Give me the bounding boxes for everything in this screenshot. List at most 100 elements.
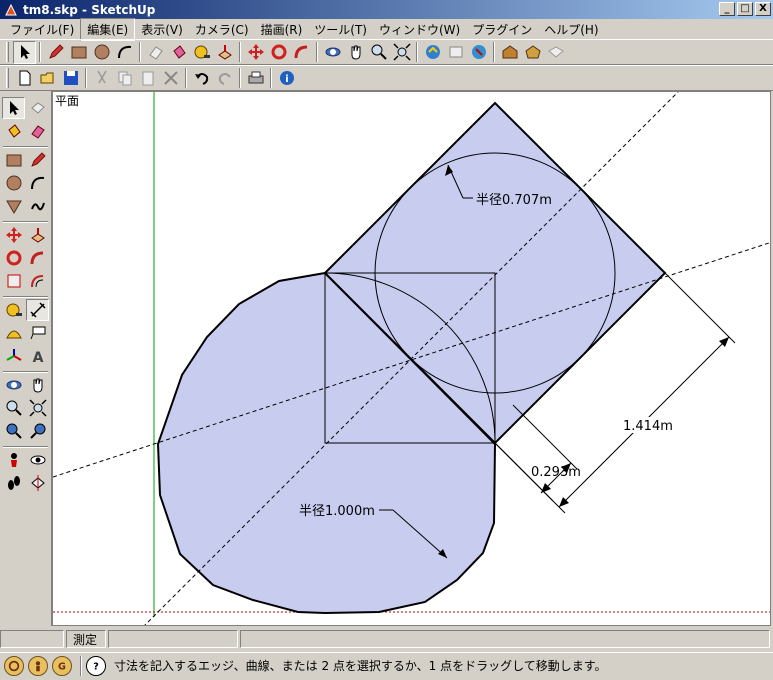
open-file-icon[interactable] <box>36 67 59 90</box>
diag-dim-label[interactable]: 1.414m <box>623 419 673 434</box>
ruby-icon[interactable] <box>521 41 544 64</box>
maximize-button[interactable]: □ <box>737 2 753 16</box>
measure-value-field[interactable] <box>108 630 238 648</box>
pencil-icon[interactable] <box>44 41 67 64</box>
offset-dim-label[interactable]: 0.293m <box>531 465 581 480</box>
component-icon[interactable] <box>467 41 490 64</box>
menu-edit[interactable]: 編集(E) <box>80 17 136 41</box>
close-button[interactable]: X <box>755 2 771 16</box>
model-info-icon[interactable]: i <box>275 67 298 90</box>
share-model-icon[interactable] <box>444 41 467 64</box>
paste-icon[interactable] <box>136 67 159 90</box>
zoom-extents-icon[interactable] <box>390 41 413 64</box>
pan-icon[interactable] <box>26 374 49 396</box>
freehand-icon[interactable] <box>26 195 49 217</box>
copy-icon[interactable] <box>113 67 136 90</box>
rectangle-icon[interactable] <box>67 41 90 64</box>
svg-text:?: ? <box>93 661 99 672</box>
print-icon[interactable] <box>244 67 267 90</box>
menu-plugins[interactable]: プラグイン <box>466 19 538 40</box>
svg-text:G: G <box>58 661 66 672</box>
3d-text-icon[interactable]: A <box>26 345 49 367</box>
paint-bucket-icon[interactable] <box>2 120 25 142</box>
protractor-icon[interactable] <box>2 322 25 344</box>
zoom-extents-icon[interactable] <box>26 397 49 419</box>
orbit-icon[interactable] <box>2 374 25 396</box>
help-icon[interactable]: ? <box>86 655 106 676</box>
make-component-icon[interactable] <box>26 97 49 119</box>
cut-icon[interactable] <box>90 67 113 90</box>
radius-large-label[interactable]: 半径1.000m <box>299 504 375 519</box>
arc-icon[interactable] <box>113 41 136 64</box>
paint-bucket-icon[interactable] <box>167 41 190 64</box>
scale-icon[interactable] <box>2 270 25 292</box>
plugin-icon[interactable] <box>544 41 567 64</box>
svg-text:i: i <box>285 74 288 85</box>
follow-me-icon[interactable] <box>26 247 49 269</box>
geo-location-icon[interactable] <box>4 655 24 676</box>
measure-label: 測定 <box>66 630 106 648</box>
eraser-icon[interactable] <box>144 41 167 64</box>
walk-icon[interactable] <box>2 472 25 494</box>
pan-icon[interactable] <box>344 41 367 64</box>
offset-icon[interactable] <box>26 270 49 292</box>
warehouse-icon[interactable] <box>498 41 521 64</box>
undo-icon[interactable] <box>190 67 213 90</box>
radius-small-label[interactable]: 半径0.707m <box>476 193 552 208</box>
menu-draw[interactable]: 描画(R) <box>255 19 309 40</box>
diag-ext-line-1 <box>664 272 736 344</box>
rotate-icon[interactable] <box>267 41 290 64</box>
push-pull-icon[interactable] <box>26 224 49 246</box>
look-around-icon[interactable] <box>26 449 49 471</box>
dimension-icon[interactable] <box>26 299 49 321</box>
zoom-icon[interactable] <box>367 41 390 64</box>
previous-view-icon[interactable] <box>2 420 25 442</box>
section-plane-icon[interactable] <box>26 472 49 494</box>
menu-camera[interactable]: カメラ(C) <box>189 19 255 40</box>
menu-tools[interactable]: ツール(T) <box>308 19 373 40</box>
rectangle-icon[interactable] <box>2 149 25 171</box>
push-pull-icon[interactable] <box>213 41 236 64</box>
view-name-label: 平面 <box>55 94 80 108</box>
pencil-icon[interactable] <box>26 149 49 171</box>
zoom-icon[interactable] <box>2 397 25 419</box>
drawing-viewport[interactable]: 半径0.707m 半径1.000m 1.414m 0.293m 平面 <box>52 91 771 626</box>
position-camera-icon[interactable] <box>2 449 25 471</box>
eraser-icon[interactable] <box>26 120 49 142</box>
select-icon[interactable] <box>13 40 36 64</box>
measure-spacer <box>0 630 64 648</box>
follow-me-icon[interactable] <box>290 41 313 64</box>
get-models-icon[interactable] <box>421 41 444 64</box>
model-scene[interactable]: 半径0.707m 半径1.000m 1.414m 0.293m <box>53 92 771 626</box>
arc-icon[interactable] <box>26 172 49 194</box>
redo-icon[interactable] <box>213 67 236 90</box>
new-file-icon[interactable] <box>13 67 36 90</box>
axes-icon[interactable] <box>2 345 25 367</box>
orbit-icon[interactable] <box>321 41 344 64</box>
polygon-icon[interactable] <box>2 195 25 217</box>
google-sign-in-icon[interactable]: G <box>52 655 72 676</box>
menu-file[interactable]: ファイル(F) <box>4 19 80 40</box>
toolbar-grip[interactable] <box>6 42 9 62</box>
delete-icon[interactable] <box>159 67 182 90</box>
save-icon[interactable] <box>59 67 82 90</box>
circle-icon[interactable] <box>90 41 113 64</box>
standard-toolbar: i <box>0 65 773 91</box>
text-label-icon[interactable] <box>26 322 49 344</box>
rotate-icon[interactable] <box>2 247 25 269</box>
credits-icon[interactable] <box>28 655 48 676</box>
menu-help[interactable]: ヘルプ(H) <box>538 19 604 40</box>
minimize-button[interactable]: _ <box>719 2 735 16</box>
main-toolbar <box>0 39 773 65</box>
measurements-bar: 測定 <box>0 628 773 650</box>
tape-measure-icon[interactable] <box>2 299 25 321</box>
next-view-icon[interactable] <box>26 420 49 442</box>
move-icon[interactable] <box>2 224 25 246</box>
menu-window[interactable]: ウィンドウ(W) <box>373 19 466 40</box>
select-icon[interactable] <box>2 97 25 119</box>
circle-icon[interactable] <box>2 172 25 194</box>
tape-measure-icon[interactable] <box>190 41 213 64</box>
move-icon[interactable] <box>244 41 267 64</box>
menu-view[interactable]: 表示(V) <box>135 19 189 40</box>
toolbar-grip[interactable] <box>6 68 9 88</box>
